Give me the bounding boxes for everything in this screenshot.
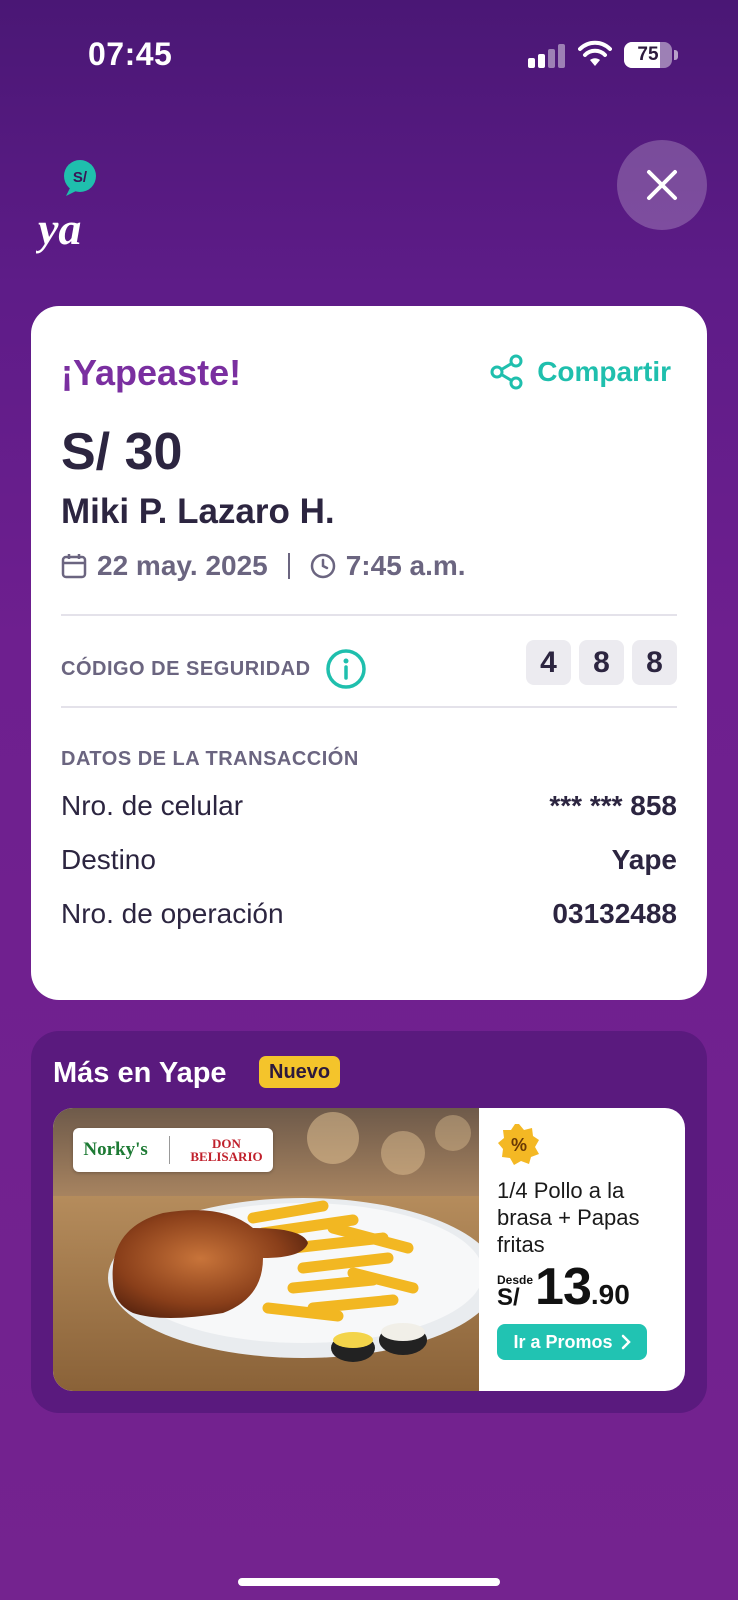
discount-tag-icon: % — [498, 1124, 539, 1165]
chevron-right-icon — [621, 1334, 631, 1350]
security-code-digit: 4 — [526, 640, 571, 685]
home-indicator[interactable] — [238, 1578, 500, 1586]
promo-name: 1/4 Pollo a la brasa + Papas fritas — [497, 1178, 640, 1257]
payment-datetime: 22 may. 2025 7:45 a.m. — [61, 550, 466, 582]
brand-divider — [168, 1136, 170, 1164]
row-value: 03132488 — [552, 898, 677, 929]
receipt-title: ¡Yapeaste! — [61, 352, 242, 393]
price-decimal: .90 — [590, 1279, 630, 1310]
yape-logo: S/ ya — [36, 160, 96, 254]
brand-logos: Norky's DON BELISARIO — [73, 1128, 273, 1172]
transaction-row-destination: Destino Yape — [61, 844, 677, 876]
status-time: 07:45 — [88, 36, 173, 72]
transaction-row-operation: Nro. de operación 03132488 — [61, 898, 677, 930]
security-code-digit: 8 — [632, 640, 677, 685]
security-code-digit: 8 — [579, 640, 624, 685]
payment-date: 22 may. 2025 — [97, 550, 268, 581]
brand-don-bottom: BELISARIO — [190, 1149, 263, 1164]
share-label: Compartir — [537, 356, 671, 387]
brand-don-belisario: DON BELISARIO — [190, 1137, 262, 1163]
share-button[interactable]: Compartir — [489, 354, 671, 390]
security-code: 4 8 8 — [526, 640, 677, 685]
status-bar: 07:45 75 — [0, 0, 738, 110]
close-icon — [647, 170, 677, 200]
transaction-row-phone: Nro. de celular *** *** 858 — [61, 790, 677, 822]
logo-badge-text: S/ — [73, 169, 88, 186]
battery-icon: 75 — [624, 42, 672, 68]
battery-tip — [674, 50, 678, 60]
battery-level: 75 — [637, 44, 659, 65]
go-to-promos-button[interactable]: Ir a Promos — [497, 1324, 647, 1360]
cta-label: Ir a Promos — [513, 1331, 613, 1352]
promo-card[interactable]: Norky's DON BELISARIO % 1/4 Pollo a la b… — [53, 1108, 685, 1391]
row-value: *** *** 858 — [549, 790, 677, 821]
promo-price: Desde S/ 13 .90 — [497, 1258, 677, 1316]
cellular-signal-icon — [528, 44, 565, 68]
security-code-label: CÓDIGO DE SEGURIDAD — [61, 648, 367, 690]
row-label: Destino — [61, 844, 156, 875]
new-badge: Nuevo — [259, 1056, 341, 1088]
discount-symbol: % — [511, 1135, 527, 1155]
price-prefix: Desde S/ — [497, 1274, 533, 1310]
divider — [61, 706, 677, 708]
row-label: Nro. de celular — [61, 790, 244, 821]
datetime-separator — [287, 553, 290, 579]
calendar-icon — [61, 554, 87, 579]
payment-receipt-card: ¡Yapeaste! Compartir S/ 30 Miki P. Lazar… — [31, 306, 707, 1000]
section-title: Más en Yape — [53, 1057, 227, 1089]
share-icon — [490, 354, 523, 390]
logo-text: ya — [36, 203, 81, 254]
row-label: Nro. de operación — [61, 898, 284, 929]
payment-amount: S/ 30 — [61, 423, 183, 481]
divider — [61, 614, 677, 616]
clock-icon — [310, 553, 335, 579]
recipient-name: Miki P. Lazaro H. — [61, 492, 335, 531]
payment-time: 7:45 a.m. — [345, 550, 466, 581]
row-value: Yape — [611, 844, 677, 875]
promo-info: % 1/4 Pollo a la brasa + Papas fritas De… — [497, 1122, 677, 1360]
price-integer: 13 — [535, 1258, 592, 1316]
security-code-label-text: CÓDIGO DE SEGURIDAD — [61, 657, 311, 680]
close-button[interactable] — [617, 140, 707, 230]
transaction-heading: DATOS DE LA TRANSACCIÓN — [61, 748, 359, 770]
more-in-yape-section: Más en Yape Nuevo Norky's DON BELISARIO … — [31, 1031, 707, 1413]
info-icon[interactable] — [325, 648, 367, 690]
wifi-icon — [578, 40, 612, 66]
brand-norkys: Norky's — [83, 1139, 148, 1160]
price-currency: S/ — [497, 1284, 520, 1311]
